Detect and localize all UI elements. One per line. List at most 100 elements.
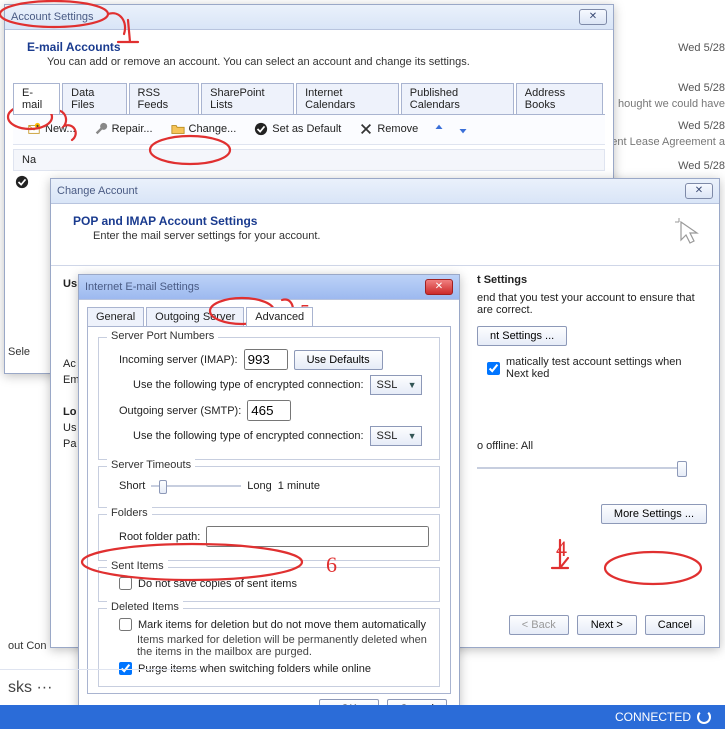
root-folder-input[interactable]	[206, 526, 429, 547]
folders-group: Folders Root folder path:	[98, 514, 440, 561]
group-legend: Server Timeouts	[107, 459, 195, 471]
test-settings-header: t Settings	[477, 274, 707, 286]
truncated-label: out Con	[8, 640, 47, 652]
close-icon[interactable]: ✕	[579, 9, 607, 25]
change-button[interactable]: Change...	[167, 120, 241, 138]
tab-published-calendars[interactable]: Published Calendars	[401, 83, 514, 114]
remove-button[interactable]: Remove	[355, 120, 422, 138]
auto-test-label: matically test account settings when Nex…	[506, 356, 707, 380]
do-not-save-sent-label: Do not save copies of sent items	[138, 578, 297, 590]
short-label: Short	[119, 480, 145, 492]
window-title: Internet E-mail Settings	[85, 281, 199, 293]
window-title: Change Account	[57, 185, 138, 197]
set-default-label: Set as Default	[272, 123, 341, 135]
remove-label: Remove	[377, 123, 418, 135]
auto-test-checkbox[interactable]	[487, 362, 500, 375]
window-title: Account Settings	[11, 11, 94, 23]
group-legend: Deleted Items	[107, 601, 183, 613]
status-bar: CONNECTED	[0, 705, 725, 729]
tab-advanced[interactable]: Advanced	[246, 307, 313, 326]
remove-icon	[359, 122, 373, 136]
cursor-icon	[671, 214, 705, 251]
slider-track	[477, 467, 687, 469]
account-list-header: Na	[13, 149, 605, 171]
incoming-port-input[interactable]	[244, 349, 288, 370]
wrench-icon	[94, 122, 108, 136]
use-defaults-button[interactable]: Use Defaults	[294, 350, 383, 370]
group-legend: Server Port Numbers	[107, 330, 218, 342]
account-toolbar: ★ New... Repair... Change... Set as Defa…	[13, 114, 605, 145]
slider-thumb[interactable]	[677, 461, 687, 477]
background-mail: Wed 5/28	[615, 156, 725, 176]
next-button[interactable]: Next >	[577, 615, 637, 635]
server-timeouts-group: Server Timeouts Short Long 1 minute	[98, 466, 440, 508]
encryption-label: Use the following type of encrypted conn…	[133, 379, 364, 391]
new-label: New...	[45, 123, 76, 135]
section-subtext: You can add or remove an account. You ca…	[5, 56, 613, 76]
tasks-nav[interactable]: sks ···	[0, 669, 200, 705]
tab-datafiles[interactable]: Data Files	[62, 83, 126, 114]
sent-items-group: Sent Items Do not save copies of sent it…	[98, 567, 440, 602]
bg-date: Wed 5/28	[615, 156, 725, 176]
inet-tabs: General Outgoing Server Advanced	[87, 307, 451, 327]
tab-outgoing-server[interactable]: Outgoing Server	[146, 307, 244, 326]
outgoing-encryption-select[interactable]: SSL▼	[370, 426, 422, 446]
new-icon: ★	[27, 122, 41, 136]
repair-button[interactable]: Repair...	[90, 120, 157, 138]
repair-label: Repair...	[112, 123, 153, 135]
tab-email[interactable]: E-mail	[13, 83, 60, 114]
incoming-label: Incoming server (IMAP):	[119, 354, 238, 366]
status-connected: CONNECTED	[615, 710, 691, 724]
test-account-settings-button[interactable]: nt Settings ...	[477, 326, 567, 346]
server-port-numbers-group: Server Port Numbers Incoming server (IMA…	[98, 337, 440, 460]
offline-label: o offline: All	[477, 440, 707, 452]
tab-general[interactable]: General	[87, 307, 144, 326]
tab-sharepoint[interactable]: SharePoint Lists	[201, 83, 294, 114]
folder-icon	[171, 122, 185, 136]
section-subtext: Enter the mail server settings for your …	[51, 230, 334, 250]
outgoing-port-input[interactable]	[247, 400, 291, 421]
titlebar: Change Account ✕	[51, 179, 719, 204]
slider-thumb[interactable]	[159, 480, 167, 494]
long-label: Long	[247, 480, 271, 492]
mark-for-deletion-checkbox[interactable]	[119, 618, 132, 631]
root-folder-label: Root folder path:	[119, 531, 200, 543]
svg-text:★: ★	[36, 123, 40, 128]
close-icon[interactable]: ✕	[685, 183, 713, 199]
new-button[interactable]: ★ New...	[23, 120, 80, 138]
section-header: POP and IMAP Account Settings	[51, 204, 334, 230]
incoming-encryption-select[interactable]: SSL▼	[370, 375, 422, 395]
back-button[interactable]: < Back	[509, 615, 569, 635]
background-mail: Wed 5/28	[615, 38, 725, 58]
check-circle-icon	[254, 122, 268, 136]
chevron-down-icon: ▼	[408, 380, 417, 390]
bg-date: Wed 5/28	[615, 38, 725, 58]
change-label: Change...	[189, 123, 237, 135]
status-sync-icon	[697, 710, 711, 724]
tasks-label: sks ···	[8, 679, 52, 697]
set-default-button[interactable]: Set as Default	[250, 120, 345, 138]
tab-rss[interactable]: RSS Feeds	[129, 83, 200, 114]
check-circle-icon	[15, 175, 29, 189]
header-name: Na	[22, 154, 36, 166]
tab-address-books[interactable]: Address Books	[516, 83, 603, 114]
move-up-icon[interactable]	[432, 122, 446, 136]
titlebar: Internet E-mail Settings ✕	[79, 275, 459, 300]
account-tabs: E-mail Data Files RSS Feeds SharePoint L…	[13, 83, 605, 115]
more-settings-button[interactable]: More Settings ...	[601, 504, 707, 524]
tab-internet-calendars[interactable]: Internet Calendars	[296, 83, 399, 114]
encryption-label: Use the following type of encrypted conn…	[133, 430, 364, 442]
cancel-button[interactable]: Cancel	[645, 615, 705, 635]
do-not-save-sent-checkbox[interactable]	[119, 577, 132, 590]
titlebar: Account Settings ✕	[5, 5, 613, 30]
close-icon[interactable]: ✕	[425, 279, 453, 295]
deletion-note: Items marked for deletion will be perman…	[137, 634, 429, 658]
timeout-value: 1 minute	[278, 480, 320, 492]
group-legend: Sent Items	[107, 560, 168, 572]
group-legend: Folders	[107, 507, 152, 519]
move-down-icon[interactable]	[456, 122, 470, 136]
truncated-label: Sele	[8, 346, 30, 358]
section-header: E-mail Accounts	[5, 30, 613, 56]
timeout-slider[interactable]	[151, 478, 241, 494]
mark-for-deletion-label: Mark items for deletion but do not move …	[138, 619, 426, 631]
